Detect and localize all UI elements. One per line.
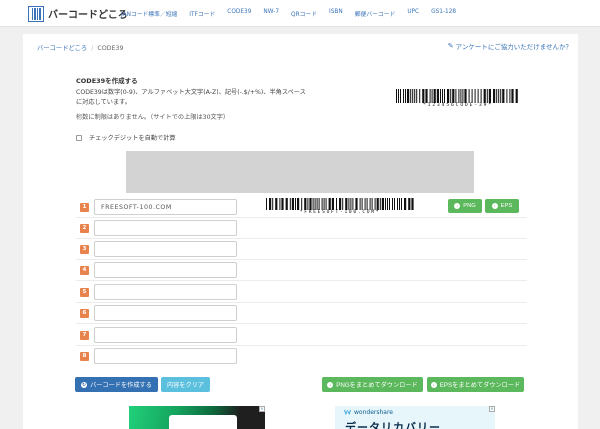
generated-barcode-bars — [266, 198, 414, 210]
sample-barcode: *123456CODE-39* — [396, 89, 520, 111]
download-icon: ↓ — [430, 381, 437, 388]
png-bulk-download-button[interactable]: ↓ PNGをまとめてダウンロード — [322, 377, 423, 392]
barcode-input[interactable] — [94, 241, 237, 257]
sample-barcode-text: *123456CODE-39* — [423, 103, 493, 108]
section-title: CODE39を作成する — [76, 77, 138, 85]
row-number: 8 — [80, 352, 89, 361]
checkdigit-checkbox[interactable]: チェックデジットを自動で計算 — [76, 133, 176, 142]
barcode-row: 4 — [76, 261, 527, 281]
ad-left-panel — [169, 415, 237, 429]
barcode-row: 3 — [76, 240, 527, 260]
barcode-input[interactable] — [94, 348, 237, 364]
refresh-icon: ↻ — [81, 381, 88, 388]
barcode-row: 8 — [76, 347, 527, 367]
ad-right-brand: wondershare — [344, 409, 393, 416]
ad-right[interactable]: wondershare データリカバリー × — [335, 406, 495, 429]
nav-item-jan[interactable]: JANコード標準／短縮 — [121, 9, 177, 18]
breadcrumb-current: CODE39 — [97, 45, 124, 52]
ad-banner-placeholder — [126, 151, 474, 193]
nav-item-isbn[interactable]: ISBN — [329, 9, 343, 18]
barcode-row: 7 — [76, 326, 527, 346]
eps-bulk-label: EPSをまとめてダウンロード — [439, 382, 521, 389]
row-number: 2 — [80, 224, 89, 233]
generated-barcode: *FREESOFT-100.COM* — [266, 198, 414, 218]
barcode-input[interactable] — [94, 284, 237, 300]
generated-barcode-text: *FREESOFT-100.COM* — [299, 210, 381, 215]
download-icon: ↓ — [454, 203, 461, 209]
top-navbar: バーコードどころ JANコード標準／短縮 ITFコード CODE39 NW-7 … — [0, 0, 600, 27]
row-number: 4 — [80, 266, 89, 275]
eps-bulk-download-button[interactable]: ↓ EPSをまとめてダウンロード — [427, 377, 524, 392]
barcode-input[interactable] — [94, 305, 237, 321]
barcode-logo-icon — [28, 5, 44, 22]
breadcrumb: バーコードどころ / CODE39 — [37, 43, 124, 52]
barcode-row: 1 *FREESOFT-100.COM* ↓PNG ↓EPS — [76, 198, 527, 218]
main-panel: バーコードどころ / CODE39 ✎ アンケートにご協力いただけませんか？ COD… — [23, 34, 578, 429]
ad-right-brand-text: wondershare — [354, 409, 393, 416]
site-logo[interactable]: バーコードどころ — [28, 5, 128, 22]
png-download-button[interactable]: ↓ PNG — [448, 199, 482, 213]
barcode-row: 6 — [76, 304, 527, 324]
logo-text: バーコードどころ — [48, 10, 128, 21]
nav-item-gs1-128[interactable]: GS1-128 — [431, 9, 456, 18]
checkbox-box[interactable] — [76, 134, 82, 141]
breadcrumb-separator: / — [91, 45, 94, 52]
barcode-input[interactable] — [94, 199, 237, 215]
create-barcode-button[interactable]: ↻ バーコードを作成する — [75, 377, 158, 392]
row-number: 1 — [80, 203, 89, 212]
ad-left[interactable]: × — [129, 406, 265, 429]
nav-menu: JANコード標準／短縮 ITFコード CODE39 NW-7 QRコード ISB… — [121, 9, 468, 18]
download-icon: ↓ — [491, 203, 498, 209]
clear-button[interactable]: 内容をクリア — [161, 377, 210, 392]
png-bulk-label: PNGをまとめてダウンロード — [336, 382, 418, 389]
barcode-input[interactable] — [94, 327, 237, 343]
barcode-input[interactable] — [94, 262, 237, 278]
eps-download-button[interactable]: ↓ EPS — [485, 199, 519, 213]
row-number: 7 — [80, 331, 89, 340]
barcode-row: 2 — [76, 219, 527, 239]
row-number: 5 — [80, 288, 89, 297]
section-description: CODE39は数字(0-9)、アルファベット大文字(A-Z)、記号(-.$/+%… — [76, 89, 306, 106]
create-button-label: バーコードを作成する — [90, 382, 152, 389]
download-icon: ↓ — [327, 381, 334, 388]
row-number: 3 — [80, 245, 89, 254]
nav-item-qr[interactable]: QRコード — [291, 9, 317, 18]
breadcrumb-home[interactable]: バーコードどころ — [37, 45, 87, 52]
survey-link-text: アンケートにご協力いただけませんか？ — [455, 43, 572, 51]
eps-button-label: EPS — [500, 203, 513, 209]
nav-item-code39[interactable]: CODE39 — [227, 9, 251, 18]
barcode-row: 5 — [76, 283, 527, 303]
sample-barcode-bars — [396, 89, 518, 103]
wondershare-logo-icon — [344, 410, 351, 415]
nav-item-nw7[interactable]: NW-7 — [263, 9, 279, 18]
ad-close-icon[interactable]: × — [259, 406, 265, 412]
survey-link[interactable]: ✎ アンケートにご協力いただけませんか？ — [448, 41, 572, 51]
ad-right-headline: データリカバリー — [345, 421, 441, 429]
pencil-icon: ✎ — [447, 42, 454, 50]
nav-item-upc[interactable]: UPC — [407, 9, 419, 18]
png-button-label: PNG — [463, 203, 476, 209]
barcode-input[interactable] — [94, 220, 237, 236]
ad-close-icon[interactable]: × — [489, 406, 495, 412]
row-number: 6 — [80, 309, 89, 318]
checkdigit-label: チェックデジットを自動で計算 — [89, 135, 176, 142]
nav-item-itf[interactable]: ITFコード — [189, 9, 215, 18]
nav-item-postal[interactable]: 郵便バーコード — [355, 9, 396, 18]
section-note: 桁数に制限はありません。（サイトでの上限は30文字） — [76, 114, 230, 121]
